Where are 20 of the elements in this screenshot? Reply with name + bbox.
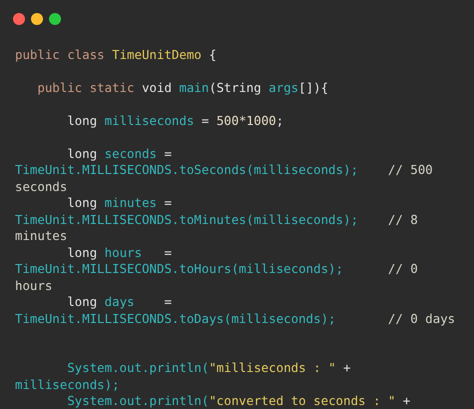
code-line: seconds <box>15 178 68 195</box>
code-line: long hours = <box>66 244 173 261</box>
code-line: minutes <box>15 228 68 244</box>
code-line: milliseconds); <box>15 376 120 393</box>
code-line: long seconds = <box>66 146 173 162</box>
code-line: long days = <box>66 294 173 310</box>
window-control-icon[interactable] <box>13 13 25 25</box>
code-line: public class TimeUnitDemo { <box>15 46 218 63</box>
code-line: System.out.println("milliseconds : " + <box>66 360 352 376</box>
window-control-icon[interactable] <box>49 13 61 25</box>
code-line: hours <box>15 278 54 294</box>
window-control-icon[interactable] <box>31 13 43 25</box>
code-line: System.out.println("converted to seconds : " + <box>66 393 412 409</box>
code-line: long minutes = <box>66 195 173 212</box>
code-line: TimeUnit.MILLISECONDS.toHours(milliseconds); // 0 <box>15 261 419 278</box>
code-line: long milliseconds = 500*1000; <box>66 112 285 129</box>
code-line: TimeUnit.MILLISECONDS.toDays(milliseconds); // 0 days <box>15 310 456 327</box>
code-line: TimeUnit.MILLISECONDS.toSeconds(milliseconds); // 500 <box>15 162 434 178</box>
code-line: public static void main(String args[]){ <box>36 80 330 96</box>
code-line: TimeUnit.MILLISECONDS.toMinutes(milliseconds); // 8 <box>15 212 419 228</box>
